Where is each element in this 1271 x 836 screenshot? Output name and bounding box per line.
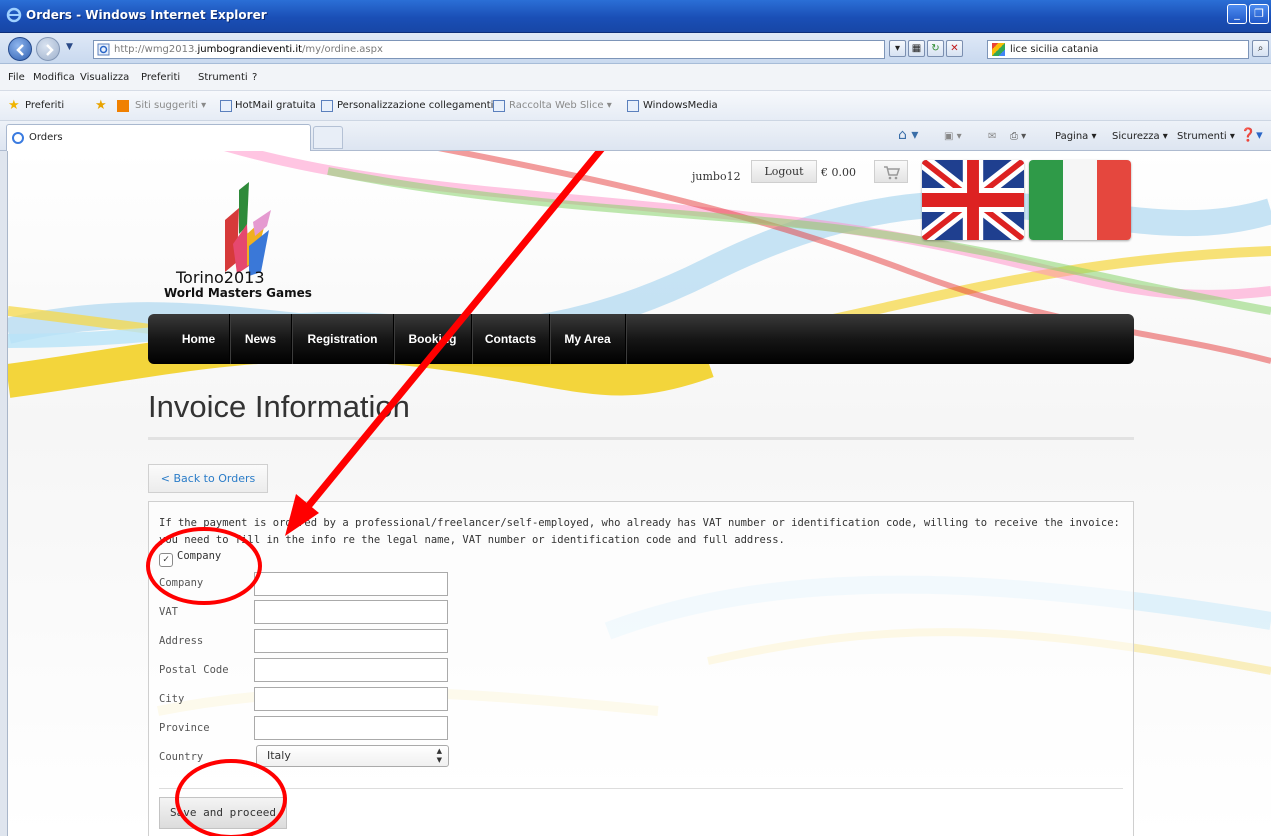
fav-suggested-sites[interactable]: Siti suggeriti ▾ — [135, 100, 206, 111]
select-arrows-icon: ▲ ▼ — [436, 747, 442, 764]
company-checkbox[interactable]: ✓ — [159, 553, 173, 567]
stop-icon[interactable]: ✕ — [946, 40, 963, 57]
minimize-button[interactable]: _ — [1227, 4, 1247, 24]
country-label: Country — [159, 751, 204, 763]
back-arrow-icon — [16, 44, 24, 56]
tab-orders[interactable]: Orders — [6, 124, 311, 151]
favorites-button[interactable]: Preferiti — [25, 100, 64, 111]
nav-home[interactable]: Home — [168, 314, 230, 364]
company-checkbox-label: Company — [177, 550, 222, 562]
save-and-proceed-button[interactable]: Save and proceed — [159, 797, 287, 829]
vat-input[interactable] — [254, 600, 448, 624]
nav-booking[interactable]: Booking — [394, 314, 472, 364]
cart-icon — [884, 166, 901, 180]
nav-news[interactable]: News — [230, 314, 292, 364]
title-divider — [148, 437, 1134, 440]
page-viewport: Torino2013 World Masters Games jumbo12 L… — [8, 151, 1271, 836]
compatibility-view-icon[interactable]: ▦ — [908, 40, 925, 57]
favorites-star-icon: ★ — [8, 98, 20, 113]
favorites-bar: ★ Preferiti ★ Siti suggeriti ▾ HotMail g… — [0, 91, 1271, 121]
country-select[interactable]: Italy ▲ ▼ — [256, 745, 449, 767]
forward-arrow-icon — [46, 44, 54, 56]
menu-help[interactable]: ? — [252, 72, 257, 83]
back-nav-button[interactable] — [8, 37, 32, 61]
fav-personalizzazione[interactable]: Personalizzazione collegamenti — [337, 100, 493, 111]
fav-hotmail[interactable]: HotMail gratuita — [235, 100, 316, 111]
page-title: Invoice Information — [148, 389, 410, 424]
ie-page-icon — [493, 100, 505, 112]
home-icon[interactable]: ⌂ ▾ — [898, 127, 918, 143]
suggested-sites-icon — [117, 100, 129, 112]
menu-file[interactable]: File — [8, 72, 25, 83]
window-titlebar: Orders - Windows Internet Explorer _ ❐ — [0, 0, 1271, 33]
invoice-info-text: If the payment is ordered by a professio… — [159, 517, 1120, 546]
ie-logo-icon — [6, 7, 22, 23]
invoice-form: If the payment is ordered by a professio… — [148, 501, 1134, 836]
window-frame — [0, 151, 8, 836]
menu-visualizza[interactable]: Visualizza — [80, 72, 129, 83]
cart-button[interactable] — [874, 160, 908, 183]
back-to-orders-button[interactable]: < Back to Orders — [148, 464, 268, 493]
url-field[interactable]: http://wmg2013.jumbograndieventi.it/my/o… — [93, 40, 885, 59]
nav-registration[interactable]: Registration — [292, 314, 394, 364]
uk-flag-icon — [922, 160, 1024, 240]
page-icon — [97, 43, 110, 56]
fav-windowsmedia[interactable]: WindowsMedia — [643, 100, 718, 111]
search-provider-icon — [992, 43, 1005, 56]
country-value: Italy — [267, 749, 291, 762]
help-icon[interactable]: ❓▾ — [1240, 128, 1263, 143]
postal-code-input[interactable] — [254, 658, 448, 682]
logo-title: Torino2013 — [176, 268, 265, 287]
page-menu[interactable]: Pagina ▾ — [1055, 131, 1097, 142]
english-flag-button[interactable] — [922, 160, 1024, 240]
address-bar: ▼ http://wmg2013.jumbograndieventi.it/my… — [0, 33, 1271, 64]
nav-contacts[interactable]: Contacts — [472, 314, 550, 364]
address-input[interactable] — [254, 629, 448, 653]
company-input[interactable] — [254, 572, 448, 596]
new-tab-button[interactable] — [313, 126, 343, 149]
mail-icon[interactable]: ✉ — [988, 131, 996, 142]
ie-page-icon — [627, 100, 639, 112]
ie-page-icon — [321, 100, 333, 112]
security-menu[interactable]: Sicurezza ▾ — [1112, 131, 1168, 142]
add-favorite-icon[interactable]: ★ — [95, 98, 107, 113]
username: jumbo12 — [692, 170, 741, 183]
province-label: Province — [159, 722, 210, 734]
company-label: Company — [159, 577, 204, 589]
city-input[interactable] — [254, 687, 448, 711]
postal-code-label: Postal Code — [159, 664, 229, 676]
vat-label: VAT — [159, 606, 178, 618]
print-icon[interactable]: ⎙ ▾ — [1010, 131, 1026, 142]
italian-flag-button[interactable] — [1029, 160, 1131, 240]
menu-modifica[interactable]: Modifica — [33, 72, 75, 83]
menu-bar: File Modifica Visualizza Preferiti Strum… — [0, 64, 1271, 91]
history-dropdown-icon[interactable]: ▼ — [66, 42, 73, 52]
ie-tab-icon — [12, 132, 24, 144]
window-title: Orders - Windows Internet Explorer — [26, 8, 267, 22]
tools-menu[interactable]: Strumenti ▾ — [1177, 131, 1235, 142]
ie-page-icon — [220, 100, 232, 112]
company-checkbox-row[interactable]: ✓ Company — [159, 550, 221, 567]
province-input[interactable] — [254, 716, 448, 740]
forward-nav-button[interactable] — [36, 37, 60, 61]
url-dropdown-icon[interactable]: ▾ — [889, 40, 906, 57]
search-field[interactable]: lice sicilia catania — [987, 40, 1249, 59]
main-nav: Home News Registration Booking Contacts … — [148, 314, 1134, 364]
address-label: Address — [159, 635, 204, 647]
refresh-icon[interactable]: ↻ — [927, 40, 944, 57]
logo-subtitle: World Masters Games — [164, 286, 312, 300]
feeds-icon[interactable]: ▣ ▾ — [944, 131, 962, 142]
nav-my-area[interactable]: My Area — [550, 314, 626, 364]
tab-bar: Orders ⌂ ▾ ▣ ▾ ✉ ⎙ ▾ Pagina ▾ Sicurezza … — [0, 121, 1271, 151]
menu-preferiti[interactable]: Preferiti — [141, 72, 180, 83]
city-label: City — [159, 693, 185, 705]
form-divider — [159, 788, 1123, 789]
italy-flag-icon — [1029, 160, 1131, 240]
menu-strumenti[interactable]: Strumenti — [198, 72, 248, 83]
fav-web-slice[interactable]: Raccolta Web Slice ▾ — [509, 100, 612, 111]
restore-button[interactable]: ❐ — [1249, 4, 1269, 24]
cart-amount: € 0.00 — [821, 166, 856, 179]
logout-button[interactable]: Logout — [751, 160, 817, 183]
search-icon[interactable]: ⌕ — [1252, 40, 1269, 57]
